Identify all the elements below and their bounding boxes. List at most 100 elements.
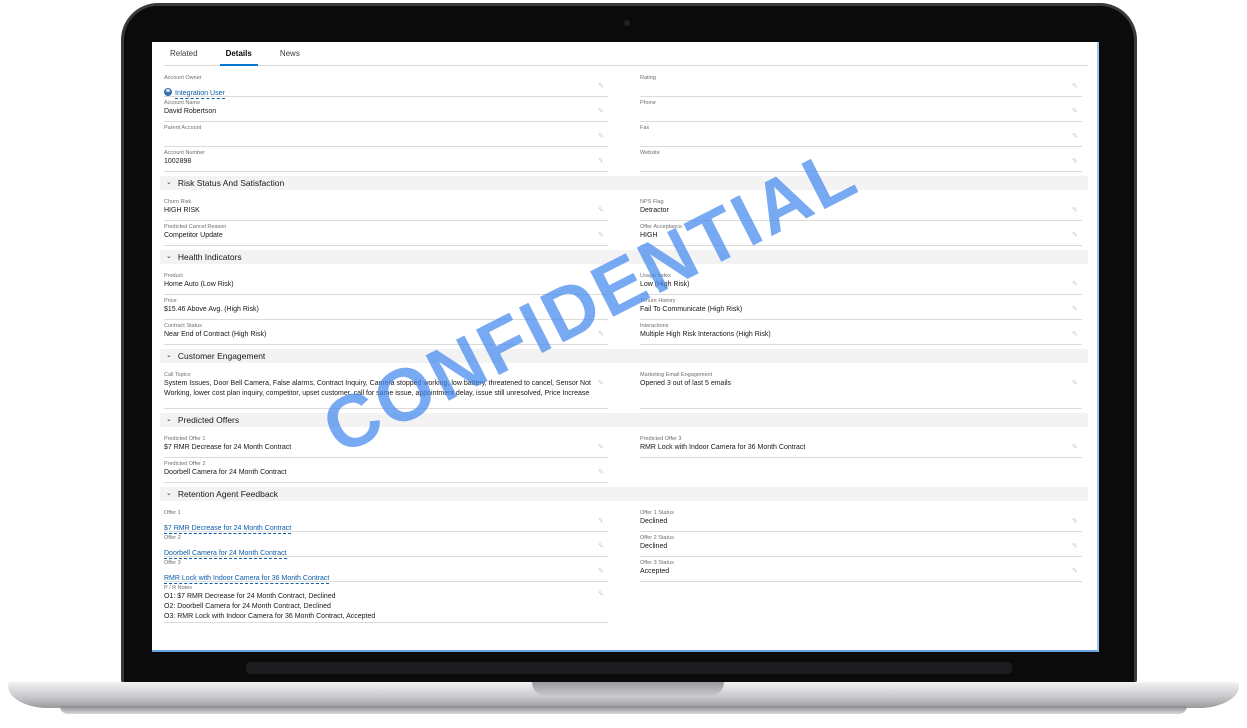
field-label: Tenure History: [640, 298, 676, 304]
field-value: Low (High Risk): [640, 281, 690, 288]
field-pr-notes: P / R Notes O1: $7 RMR Decrease for 24 M…: [164, 582, 608, 623]
pencil-icon[interactable]: ✎: [1072, 444, 1080, 452]
field-label: Predicted Offer 3: [640, 436, 682, 442]
pencil-icon[interactable]: ✎: [598, 469, 606, 477]
field-email-engagement: Marketing Email Engagement Opened 3 out …: [640, 369, 1082, 409]
laptop-base-foot: [60, 706, 1187, 714]
tab-news[interactable]: News: [274, 48, 306, 66]
screen: Related Details News Account Owner Integ…: [152, 42, 1099, 652]
field-value: $15.46 Above Avg. (High Risk): [164, 306, 259, 313]
field-nps-flag: NPS Flag Detractor ✎: [640, 196, 1082, 221]
field-offer-2: Offer 2 Doorbell Camera for 24 Month Con…: [164, 532, 608, 559]
field-row: Account Name David Robertson ✎ Phone ✎: [160, 97, 1088, 122]
tab-bar: Related Details News: [164, 48, 1088, 66]
pencil-icon[interactable]: ✎: [598, 591, 606, 599]
field-label: Offer 2 Status: [640, 535, 674, 541]
field-phone: Phone ✎: [640, 97, 1082, 122]
chevron-down-icon: ⌄: [166, 253, 172, 260]
laptop-chin: [246, 662, 1012, 674]
field-row: Predicted Cancel Reason Competitor Updat…: [160, 221, 1088, 246]
field-value: $7 RMR Decrease for 24 Month Contract: [164, 444, 292, 451]
pencil-icon[interactable]: ✎: [1072, 568, 1080, 576]
pencil-icon[interactable]: ✎: [1072, 543, 1080, 551]
section-header-risk[interactable]: ⌄ Risk Status And Satisfaction: [160, 176, 1088, 190]
pencil-icon[interactable]: ✎: [598, 444, 606, 452]
pencil-icon[interactable]: ✎: [1072, 108, 1080, 116]
field-label: Predicted Offer 2: [164, 461, 206, 467]
pencil-icon[interactable]: ✎: [598, 543, 606, 551]
pencil-icon[interactable]: ✎: [598, 83, 606, 91]
pencil-icon[interactable]: ✎: [1072, 158, 1080, 166]
notes-line: O2: Doorbell Camera for 24 Month Contrac…: [164, 603, 331, 610]
field-fax: Fax ✎: [640, 122, 1082, 147]
laptop-notch: [532, 682, 724, 696]
field-value: Declined: [640, 543, 668, 550]
section-title: Risk Status And Satisfaction: [177, 178, 285, 188]
tab-details[interactable]: Details: [219, 48, 258, 66]
section-header-health[interactable]: ⌄ Health Indicators: [160, 250, 1088, 264]
section-header-offers[interactable]: ⌄ Predicted Offers: [160, 413, 1088, 427]
field-predicted-offer-3: Predicted Offer 3 RMR Lock with Indoor C…: [640, 433, 1082, 458]
field-offer-2-status: Offer 2 Status Declined ✎: [640, 532, 1082, 557]
field-label: Offer 2: [164, 535, 181, 541]
pencil-icon[interactable]: ✎: [1072, 380, 1080, 388]
pencil-icon[interactable]: ✎: [598, 380, 606, 388]
field-label: Offer 1: [164, 510, 181, 516]
field-value: Accepted: [640, 568, 670, 575]
pencil-icon[interactable]: ✎: [598, 568, 606, 576]
field-product: Product Home Auto (Low Risk): [164, 270, 608, 295]
field-usage-index: Usage Index Low (High Risk) ✎: [640, 270, 1082, 295]
field-label: Product: [164, 273, 183, 279]
field-row: Offer 1 $7 RMR Decrease for 24 Month Con…: [160, 507, 1088, 534]
pencil-icon[interactable]: ✎: [1072, 281, 1080, 289]
field-label: Account Name: [164, 100, 201, 106]
field-row: Price $15.46 Above Avg. (High Risk) Tenu…: [160, 295, 1088, 320]
pencil-icon[interactable]: ✎: [1072, 518, 1080, 526]
field-value: Opened 3 out of last 5 emails: [640, 380, 732, 387]
field-row: Offer 2 Doorbell Camera for 24 Month Con…: [160, 532, 1088, 559]
pencil-icon[interactable]: ✎: [598, 232, 606, 240]
pencil-icon[interactable]: ✎: [598, 158, 606, 166]
field-value: Home Auto (Low Risk): [164, 281, 234, 288]
field-offer-1-status: Offer 1 Status Declined ✎: [640, 507, 1082, 532]
field-label: Contract Status: [164, 323, 202, 329]
field-website: Website ✎: [640, 147, 1082, 172]
chevron-down-icon: ⌄: [166, 179, 172, 186]
pencil-icon[interactable]: ✎: [1072, 232, 1080, 240]
field-label: Interactions: [640, 323, 669, 329]
field-value: Fail To Communicate (High Risk): [640, 306, 743, 313]
field-tenure-history: Tenure History Fail To Communicate (High…: [640, 295, 1082, 320]
pencil-icon[interactable]: ✎: [1072, 83, 1080, 91]
section-title: Predicted Offers: [177, 415, 240, 425]
pencil-icon[interactable]: ✎: [598, 108, 606, 116]
field-rating: Rating ✎: [640, 72, 1082, 97]
field-predicted-offer-2: Predicted Offer 2 Doorbell Camera for 24…: [164, 458, 608, 483]
tab-related[interactable]: Related: [164, 48, 204, 66]
pencil-icon[interactable]: ✎: [598, 518, 606, 526]
pencil-icon[interactable]: ✎: [598, 331, 606, 339]
field-label: Price: [164, 298, 177, 304]
details-content: Account Owner Integration User ✎ Rating …: [160, 72, 1088, 623]
field-row: Product Home Auto (Low Risk) Usage Index…: [160, 270, 1088, 295]
field-row: Predicted Offer 2 Doorbell Camera for 24…: [160, 458, 1088, 483]
pencil-icon[interactable]: ✎: [1072, 133, 1080, 141]
field-label: Predicted Cancel Reason: [164, 224, 227, 230]
section-header-feedback[interactable]: ⌄ Retention Agent Feedback: [160, 487, 1088, 501]
field-label: Phone: [640, 100, 656, 106]
field-label: Website: [640, 150, 660, 156]
field-label: Fax: [640, 125, 650, 131]
pencil-icon[interactable]: ✎: [598, 207, 606, 215]
field-offer-acceptance: Offer Acceptance HIGH ✎: [640, 221, 1082, 246]
pencil-icon[interactable]: ✎: [1072, 306, 1080, 314]
field-label: Churn Risk: [164, 199, 192, 205]
pencil-icon[interactable]: ✎: [1072, 207, 1080, 215]
field-interactions: Interactions Multiple High Risk Interact…: [640, 320, 1082, 345]
field-row: Parent Account ✎ Fax ✎: [160, 122, 1088, 147]
section-header-engagement[interactable]: ⌄ Customer Engagement: [160, 349, 1088, 363]
pencil-icon[interactable]: ✎: [1072, 331, 1080, 339]
field-churn-risk: Churn Risk HIGH RISK ✎: [164, 196, 608, 221]
field-label: Offer Acceptance: [640, 224, 683, 230]
webcam: [624, 20, 630, 26]
field-value: Doorbell Camera for 24 Month Contract: [164, 469, 287, 476]
pencil-icon[interactable]: ✎: [598, 133, 606, 141]
